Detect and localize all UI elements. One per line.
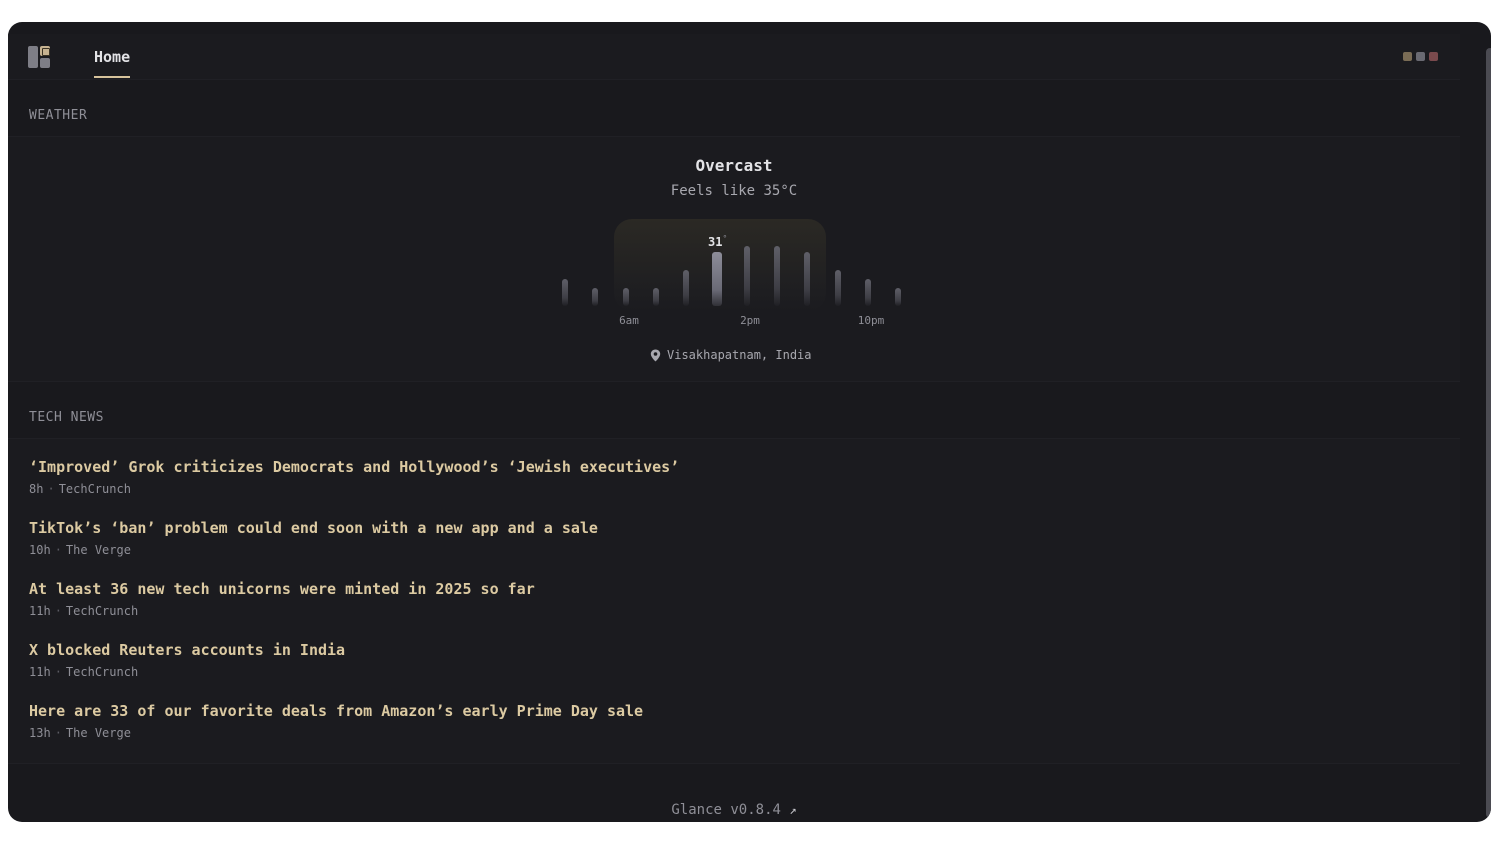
news-source[interactable]: The Verge bbox=[66, 543, 131, 557]
news-age: 11h bbox=[29, 604, 51, 618]
news-age: 11h bbox=[29, 665, 51, 679]
news-item[interactable]: At least 36 new tech unicorns were minte… bbox=[29, 580, 535, 618]
hourly-bar bbox=[744, 246, 750, 306]
hourly-bar bbox=[712, 252, 722, 306]
hour-label-10pm: 10pm bbox=[857, 314, 885, 327]
hourly-bar bbox=[623, 288, 629, 306]
weather-condition: Overcast bbox=[695, 156, 773, 175]
theme-dot-1[interactable] bbox=[1403, 52, 1412, 61]
news-item[interactable]: Here are 33 of our favorite deals from A… bbox=[29, 702, 643, 740]
weather-location[interactable]: Visakhapatnam, India bbox=[650, 348, 812, 362]
external-link-arrow-icon: ↗ bbox=[789, 803, 797, 817]
news-source[interactable]: TechCrunch bbox=[59, 482, 131, 496]
hourly-bar bbox=[683, 270, 689, 306]
news-title[interactable]: ‘Improved’ Grok criticizes Democrats and… bbox=[29, 458, 679, 476]
tab-home[interactable]: Home bbox=[94, 34, 131, 80]
news-meta: 11h · TechCrunch bbox=[29, 604, 139, 618]
glance-logo-icon[interactable] bbox=[28, 46, 50, 68]
map-pin-icon bbox=[650, 349, 661, 361]
hourly-bar bbox=[592, 288, 598, 306]
location-label: Visakhapatnam, India bbox=[667, 348, 812, 362]
hour-label-6am: 6am bbox=[619, 314, 639, 327]
app-window: Home WEATHER Overcast Feels like 35°C 31… bbox=[8, 22, 1491, 822]
top-nav: Home bbox=[8, 34, 1460, 80]
hourly-bar bbox=[653, 288, 659, 306]
news-meta: 11h · TechCrunch bbox=[29, 665, 139, 679]
news-meta: 8h · TechCrunch bbox=[29, 482, 131, 496]
theme-switcher[interactable] bbox=[1403, 52, 1438, 61]
news-age: 10h bbox=[29, 543, 51, 557]
current-temp-unit: ° bbox=[722, 234, 728, 243]
hourly-bar bbox=[895, 288, 901, 306]
hourly-bar bbox=[562, 279, 568, 306]
news-age: 13h bbox=[29, 726, 51, 740]
current-temperature: 31° bbox=[708, 234, 727, 249]
weather-section-title: WEATHER bbox=[29, 108, 88, 123]
scrollbar[interactable] bbox=[1486, 48, 1491, 818]
news-title[interactable]: At least 36 new tech unicorns were minte… bbox=[29, 580, 535, 598]
current-temp-value: 31 bbox=[708, 235, 723, 249]
news-source[interactable]: The Verge bbox=[66, 726, 131, 740]
news-title[interactable]: TikTok’s ‘ban’ problem could end soon wi… bbox=[29, 519, 598, 537]
news-meta: 13h · The Verge bbox=[29, 726, 131, 740]
hourly-bar bbox=[774, 246, 780, 306]
news-age: 8h bbox=[29, 482, 44, 496]
theme-dot-3[interactable] bbox=[1429, 52, 1438, 61]
news-item[interactable]: TikTok’s ‘ban’ problem could end soon wi… bbox=[29, 519, 598, 557]
hourly-bar bbox=[804, 252, 810, 306]
tab-home-label: Home bbox=[94, 48, 131, 66]
hourly-bar bbox=[865, 279, 871, 306]
footer-version-link[interactable]: Glance v0.8.4 ↗ bbox=[8, 802, 1460, 818]
tech-news-section-title: TECH NEWS bbox=[29, 410, 104, 425]
news-source[interactable]: TechCrunch bbox=[66, 604, 138, 618]
version-label: Glance v0.8.4 bbox=[671, 802, 781, 818]
news-title[interactable]: Here are 33 of our favorite deals from A… bbox=[29, 702, 643, 720]
theme-dot-2[interactable] bbox=[1416, 52, 1425, 61]
hour-label-2pm: 2pm bbox=[740, 314, 760, 327]
active-tab-indicator bbox=[94, 76, 131, 78]
news-title[interactable]: X blocked Reuters accounts in India bbox=[29, 641, 345, 659]
hourly-bar bbox=[835, 270, 841, 306]
weather-feels-like: Feels like 35°C bbox=[670, 183, 798, 199]
news-item[interactable]: ‘Improved’ Grok criticizes Democrats and… bbox=[29, 458, 679, 496]
news-meta: 10h · The Verge bbox=[29, 543, 131, 557]
news-source[interactable]: TechCrunch bbox=[66, 665, 138, 679]
news-item[interactable]: X blocked Reuters accounts in India 11h ·… bbox=[29, 641, 345, 679]
